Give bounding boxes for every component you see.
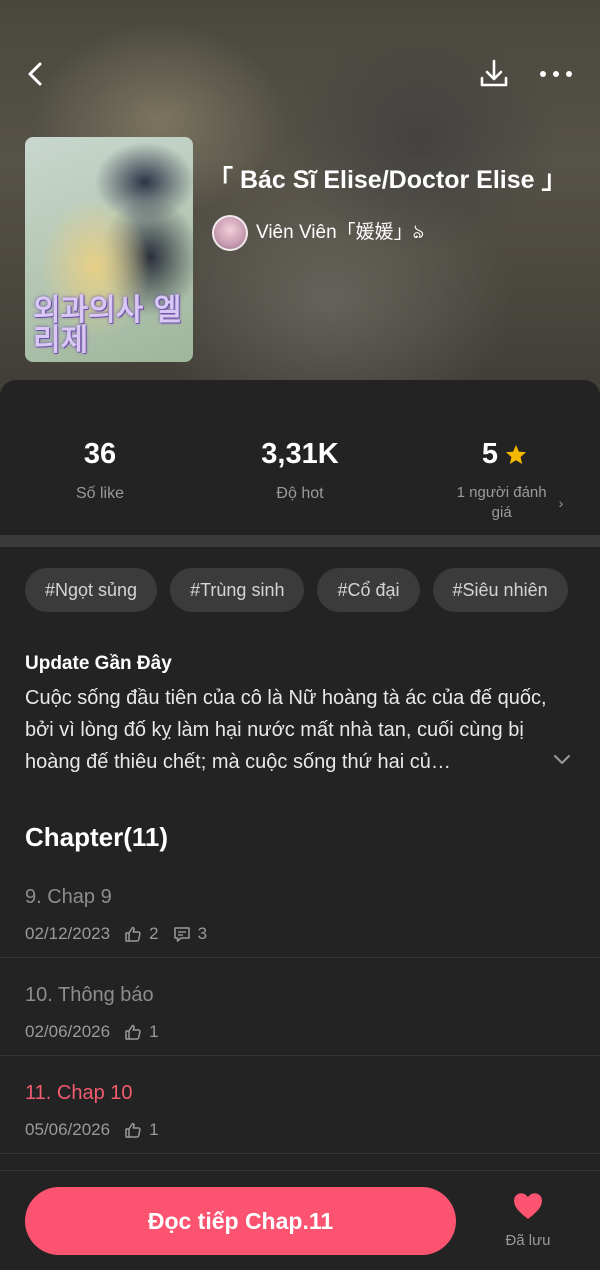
tag-chip[interactable]: #Trùng sinh [170, 568, 305, 612]
chapter-heading: Chapter(11) [25, 822, 169, 852]
chapter-list: 9. Chap 9 02/12/2023 2 3 10. Thông báo 0… [0, 860, 600, 1154]
chapter-comments: 3 [197, 924, 208, 943]
chapter-meta: 05/06/2026 1 [25, 1120, 159, 1140]
saved-button[interactable]: Đã lưu [496, 1191, 560, 1249]
author-avatar [212, 215, 248, 251]
synopsis-text: Cuộc sống đầu tiên của cô là Nữ hoàng tà… [25, 687, 547, 773]
chapter-name: 9. Chap 9 [25, 886, 112, 908]
rating-value-row: 5 [440, 438, 570, 471]
chapter-likes: 2 [149, 924, 159, 943]
chapter-meta: 02/12/2023 2 3 [25, 924, 207, 944]
detail-panel: 36 Số like 3,31K Độ hot 5 1 người đánh g… [0, 380, 600, 1270]
chevron-right-icon: › [558, 495, 564, 511]
download-icon [480, 59, 508, 87]
back-button[interactable] [18, 56, 54, 92]
tag-chip[interactable]: #Siêu nhiên [432, 568, 568, 612]
hot-value: 3,31K [261, 438, 339, 470]
expand-synopsis-button[interactable] [552, 752, 572, 766]
download-button[interactable] [474, 54, 514, 94]
likes-value: 36 [83, 438, 117, 470]
thumbs-up-icon [125, 1122, 141, 1138]
comic-cover-image: 외과의사 엘리제 [25, 137, 193, 362]
author-name: Viên Viên「媛媛」ঌ [256, 221, 425, 243]
comic-title: 「 Bác Sĩ Elise/Doctor Elise 」 [208, 166, 567, 194]
section-divider [0, 535, 600, 547]
heart-icon [514, 1193, 542, 1219]
chevron-left-icon [28, 62, 42, 86]
chapter-likes: 1 [149, 1022, 159, 1041]
thumbs-up-icon [125, 1024, 141, 1040]
rating-value: 5 [481, 438, 499, 470]
thumbs-up-icon [125, 926, 141, 942]
hot-stat: 3,31K Độ hot [230, 438, 370, 503]
chapter-name: 11. Chap 10 [25, 1082, 133, 1104]
continue-reading-button[interactable]: Đọc tiếp Chap.11 [25, 1187, 456, 1255]
more-horizontal-icon [540, 71, 572, 77]
chevron-down-icon [554, 755, 570, 764]
chapter-item-current[interactable]: 11. Chap 10 05/06/2026 1 [0, 1056, 600, 1154]
star-icon [506, 444, 527, 464]
update-title: Update Gần Đây [25, 653, 172, 674]
chapter-meta: 02/06/2026 1 [25, 1022, 159, 1042]
more-options-button[interactable] [534, 54, 578, 94]
chapter-name: 10. Thông báo [25, 984, 154, 1006]
top-bar [0, 50, 600, 98]
likes-label: Số like [75, 485, 125, 502]
author-link[interactable]: Viên Viên「媛媛」ঌ [212, 214, 424, 252]
comment-icon [173, 927, 190, 942]
likes-stat: 36 Số like [40, 438, 160, 503]
stats-row: 36 Số like 3,31K Độ hot 5 1 người đánh g… [0, 380, 600, 535]
chapter-date: 05/06/2026 [25, 1120, 111, 1139]
saved-label: Đã lưu [505, 1232, 551, 1249]
chapter-date: 02/06/2026 [25, 1022, 111, 1041]
tag-list: #Ngọt sủng #Trùng sinh #Cổ đại #Siêu nhi… [25, 568, 581, 612]
rating-label: 1 người đánh giá [456, 484, 547, 521]
chapter-date: 02/12/2023 [25, 924, 111, 943]
chapter-item[interactable]: 10. Thông báo 02/06/2026 1 [0, 958, 600, 1056]
rating-stat[interactable]: 5 1 người đánh giá › [440, 438, 570, 523]
tag-chip[interactable]: #Ngọt sủng [25, 568, 158, 612]
chapter-item[interactable]: 9. Chap 9 02/12/2023 2 3 [0, 860, 600, 958]
cover-logo: 외과의사 엘리제 [33, 293, 182, 358]
tag-chip[interactable]: #Cổ đại [317, 568, 420, 612]
hot-label: Độ hot [276, 485, 324, 502]
bottom-action-bar: Đọc tiếp Chap.11 Đã lưu [0, 1170, 600, 1270]
chapter-likes: 1 [149, 1120, 159, 1139]
